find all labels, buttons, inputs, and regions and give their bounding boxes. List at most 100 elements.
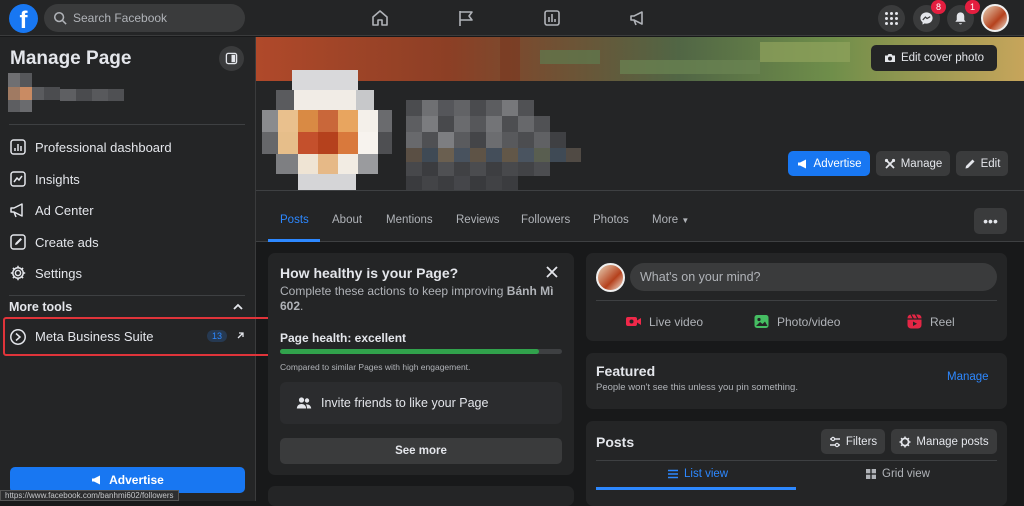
flag-icon[interactable] (453, 6, 479, 30)
header-edit-button[interactable]: Edit (956, 151, 1008, 176)
posts-title: Posts (596, 434, 635, 450)
messenger-button[interactable]: 8 (913, 0, 946, 32)
home-icon[interactable] (367, 6, 393, 30)
photo-video-label: Photo/video (777, 314, 841, 329)
more-options-button[interactable]: ••• (974, 208, 1007, 234)
sidebar-item-meta-business-suite[interactable]: Meta Business Suite 13 (3, 317, 274, 356)
sidebar-item-ad-center[interactable]: Ad Center (0, 195, 255, 225)
posts-divider (596, 460, 997, 461)
sidebar-item-label: Meta Business Suite (35, 329, 154, 344)
sidebar-item-label: Settings (35, 265, 82, 281)
grid-view-tab[interactable]: Grid view (865, 468, 930, 480)
live-video-button[interactable]: Live video (625, 313, 703, 330)
see-more-button[interactable]: See more (280, 438, 562, 464)
featured-title: Featured (596, 363, 656, 379)
pencil-icon (965, 159, 975, 168)
header-advertise-button[interactable]: Advertise (788, 151, 870, 176)
sidebar-item-label: Ad Center (35, 202, 94, 218)
messenger-icon (920, 12, 933, 25)
sidebar-divider (9, 124, 245, 125)
notifications-button[interactable]: 1 (947, 0, 980, 32)
active-view-indicator (596, 487, 796, 490)
advertise-label: Advertise (813, 157, 862, 170)
top-navigation-bar: f 8 1 (0, 0, 1024, 36)
invite-label: Invite friends to like your Page (321, 396, 489, 410)
whats-on-your-mind-input[interactable]: What's on your mind? (630, 263, 997, 291)
grid-icon (885, 12, 898, 25)
tab-about[interactable]: About (332, 214, 362, 226)
chevron-up-icon[interactable] (232, 301, 244, 313)
reel-button[interactable]: Reel (906, 313, 955, 330)
sidebar-item-label: Create ads (35, 234, 99, 250)
dashboard-icon (10, 139, 26, 155)
tab-followers[interactable]: Followers (521, 214, 570, 226)
sidebar-item-settings[interactable]: Settings (0, 258, 255, 288)
subtitle-suffix: . (300, 299, 304, 313)
sidebar-item-label: Insights (35, 171, 80, 187)
reel-label: Reel (930, 314, 955, 329)
edit-cover-photo-label: Edit cover photo (900, 52, 985, 64)
facebook-logo[interactable]: f (9, 4, 38, 33)
sidebar-item-create-ads[interactable]: Create ads (0, 227, 255, 257)
search-icon (53, 11, 67, 25)
tab-mentions[interactable]: Mentions (386, 214, 433, 226)
sidebar-toggle-button[interactable] (219, 46, 244, 71)
more-tools-heading: More tools (9, 300, 73, 314)
filters-label: Filters (845, 435, 878, 448)
edit-cover-photo-button[interactable]: Edit cover photo (871, 45, 997, 71)
sidebar-item-professional-dashboard[interactable]: Professional dashboard (0, 132, 255, 162)
featured-manage-link[interactable]: Manage (947, 371, 989, 383)
featured-subtitle: People won't see this unless you pin som… (596, 382, 798, 393)
tab-photos[interactable]: Photos (593, 214, 629, 226)
page-avatar[interactable] (596, 263, 625, 292)
photo-icon (754, 315, 769, 328)
page-name-blurred (406, 100, 581, 190)
page-health-progress (280, 349, 562, 354)
chart-icon[interactable] (539, 6, 565, 30)
manage-posts-label: Manage posts (916, 435, 989, 448)
composer-divider (596, 300, 997, 301)
sidebar-item-insights[interactable]: Insights (0, 164, 255, 194)
page-tabs-bar (256, 190, 1024, 242)
grid-icon (866, 469, 876, 479)
page-profile-picture[interactable] (262, 70, 394, 192)
header-manage-button[interactable]: Manage (876, 151, 950, 176)
tab-more-label: More (652, 214, 679, 226)
insights-icon (10, 171, 26, 187)
manage-label: Manage (900, 157, 943, 170)
invite-friends-button[interactable]: Invite friends to like your Page (280, 382, 562, 424)
tab-more[interactable]: More ▼ (652, 214, 689, 226)
pencil-icon (10, 234, 26, 250)
chevron-down-icon: ▼ (681, 216, 690, 225)
account-avatar[interactable] (981, 4, 1009, 32)
page-health-title: How healthy is your Page? (280, 265, 459, 281)
photo-video-button[interactable]: Photo/video (753, 313, 840, 330)
search-input[interactable] (73, 11, 233, 25)
menu-grid-button[interactable] (878, 5, 905, 32)
tab-reviews[interactable]: Reviews (456, 214, 499, 226)
close-icon[interactable] (545, 265, 559, 279)
search-box[interactable] (44, 4, 245, 32)
panel-icon (225, 52, 238, 65)
list-view-tab[interactable]: List view (667, 468, 728, 480)
next-card (268, 486, 574, 506)
manage-posts-button[interactable]: Manage posts (891, 429, 997, 454)
page-health-progress-fill (280, 349, 540, 354)
list-view-label: List view (684, 468, 729, 480)
live-video-icon (626, 317, 641, 326)
tab-posts[interactable]: Posts (280, 214, 309, 226)
page-health-note: Compared to similar Pages with high enga… (280, 362, 471, 372)
messenger-badge: 8 (931, 0, 946, 14)
notification-count-badge: 13 (207, 330, 228, 342)
megaphone-icon (92, 475, 101, 485)
megaphone-icon[interactable] (625, 6, 651, 30)
filters-button[interactable]: Filters (821, 429, 885, 454)
subtitle-text: Complete these actions to keep improving (280, 284, 507, 298)
edit-label: Edit (980, 157, 1001, 170)
gear-icon (10, 265, 26, 281)
page-health-status: Page health: excellent (280, 331, 407, 345)
page-health-subtitle: Complete these actions to keep improving… (280, 284, 565, 314)
sidebar-item-label: Professional dashboard (35, 139, 172, 155)
live-video-label: Live video (649, 314, 704, 329)
business-suite-icon (10, 328, 26, 345)
